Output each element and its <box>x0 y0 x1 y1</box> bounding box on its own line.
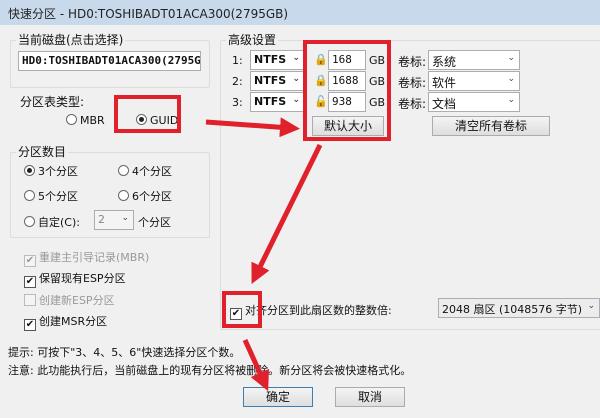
warning-text: 注意: 此功能执行后，当前磁盘上的现有分区将被删除。新分区将会被快速格式化。 <box>8 364 412 377</box>
radio-icon <box>24 216 35 227</box>
row-number: 2: <box>232 75 243 88</box>
filesystem-combo[interactable]: NTFS ⌄ <box>250 50 305 70</box>
custom-count-suffix: 个分区 <box>138 216 171 229</box>
radio-6-partitions[interactable]: 6个分区 <box>118 188 172 204</box>
checkbox-create-esp[interactable]: 创建新ESP分区 <box>24 292 115 308</box>
volume-label-combo[interactable]: 文档 ⌄ <box>428 92 520 112</box>
chevron-down-icon: ⌄ <box>292 95 300 105</box>
align-sector-combo[interactable]: 2048 扇区 (1048576 字节) ⌄ <box>438 298 600 318</box>
filesystem-value: NTFS <box>254 95 287 108</box>
volume-label-caption: 卷标: <box>398 76 427 90</box>
disk-select-field[interactable]: HD0:TOSHIBADT01ACA300(2795G <box>18 51 201 71</box>
filesystem-combo[interactable]: NTFS ⌄ <box>250 71 305 91</box>
clear-labels-button[interactable]: 清空所有卷标 <box>432 116 550 136</box>
disk-group-label: 当前磁盘(点击选择) <box>16 31 126 48</box>
window-title: 快速分区 - HD0:TOSHIBADT01ACA300(2795GB) <box>0 0 600 25</box>
volume-label-caption: 卷标: <box>398 55 427 69</box>
highlight-box <box>114 95 181 133</box>
cancel-button[interactable]: 取消 <box>335 387 405 407</box>
checkbox-keep-esp[interactable]: ✔ 保留现有ESP分区 <box>24 270 126 288</box>
chevron-down-icon: ⌄ <box>292 53 300 63</box>
partition-table-type-label: 分区表类型: <box>20 95 85 109</box>
volume-label-value: 系统 <box>432 55 457 69</box>
volume-label-value: 软件 <box>432 76 457 90</box>
radio-mbr-label: MBR <box>80 114 105 127</box>
chevron-down-icon: ⌄ <box>507 74 515 84</box>
radio-label: 4个分区 <box>132 165 172 178</box>
row-number: 1: <box>232 54 243 67</box>
checkbox-icon: ✔ <box>24 319 36 331</box>
checkbox-rebuild-mbr[interactable]: ✔ 重建主引导记录(MBR) <box>24 249 149 267</box>
chevron-down-icon: ⌄ <box>507 53 515 63</box>
radio-label: 5个分区 <box>38 190 78 203</box>
checkbox-icon: ✔ <box>24 255 36 267</box>
radio-custom[interactable]: 自定(C): <box>24 214 80 230</box>
radio-mbr[interactable]: MBR <box>66 114 105 127</box>
radio-icon <box>118 165 129 176</box>
radio-5-partitions[interactable]: 5个分区 <box>24 188 78 204</box>
checkbox-label: 保留现有ESP分区 <box>39 272 126 285</box>
volume-label-combo[interactable]: 软件 ⌄ <box>428 71 520 91</box>
chevron-down-icon: ⌄ <box>121 213 129 223</box>
align-sector-value: 2048 扇区 (1048576 字节) <box>442 303 583 316</box>
checkbox-label: 创建新ESP分区 <box>39 294 115 307</box>
radio-label: 6个分区 <box>132 190 172 203</box>
highlight-box <box>222 291 262 328</box>
radio-label: 3个分区 <box>38 165 78 178</box>
partition-count-label: 分区数目 <box>16 143 69 160</box>
radio-icon <box>118 190 129 201</box>
custom-count-value: 2 <box>98 213 105 226</box>
checkbox-label: 对齐分区到此扇区数的整数倍: <box>245 304 392 317</box>
advanced-settings-label: 高级设置 <box>226 31 279 48</box>
volume-label-combo[interactable]: 系统 ⌄ <box>428 50 520 70</box>
filesystem-combo[interactable]: NTFS ⌄ <box>250 92 305 112</box>
ok-button[interactable]: 确定 <box>243 387 313 407</box>
radio-icon <box>24 165 35 176</box>
checkbox-label: 创建MSR分区 <box>39 315 108 328</box>
checkbox-label: 重建主引导记录(MBR) <box>39 251 150 264</box>
radio-label: 自定(C): <box>38 216 80 229</box>
radio-icon <box>24 190 35 201</box>
radio-icon <box>66 114 77 125</box>
volume-label-value: 文档 <box>432 97 457 111</box>
chevron-down-icon: ⌄ <box>292 74 300 84</box>
filesystem-value: NTFS <box>254 74 287 87</box>
radio-3-partitions[interactable]: 3个分区 <box>24 163 78 179</box>
highlight-box <box>303 40 391 141</box>
custom-count-combo[interactable]: 2 ⌄ <box>94 210 134 230</box>
chevron-down-icon: ⌄ <box>587 301 595 311</box>
hint-text: 提示: 可按下"3、4、5、6"快速选择分区个数。 <box>8 346 241 359</box>
checkbox-icon <box>24 294 36 306</box>
radio-4-partitions[interactable]: 4个分区 <box>118 163 172 179</box>
chevron-down-icon: ⌄ <box>507 95 515 105</box>
volume-label-caption: 卷标: <box>398 97 427 111</box>
row-number: 3: <box>232 96 243 109</box>
filesystem-value: NTFS <box>254 53 287 66</box>
checkbox-icon: ✔ <box>24 276 36 288</box>
checkbox-create-msr[interactable]: ✔ 创建MSR分区 <box>24 313 107 331</box>
